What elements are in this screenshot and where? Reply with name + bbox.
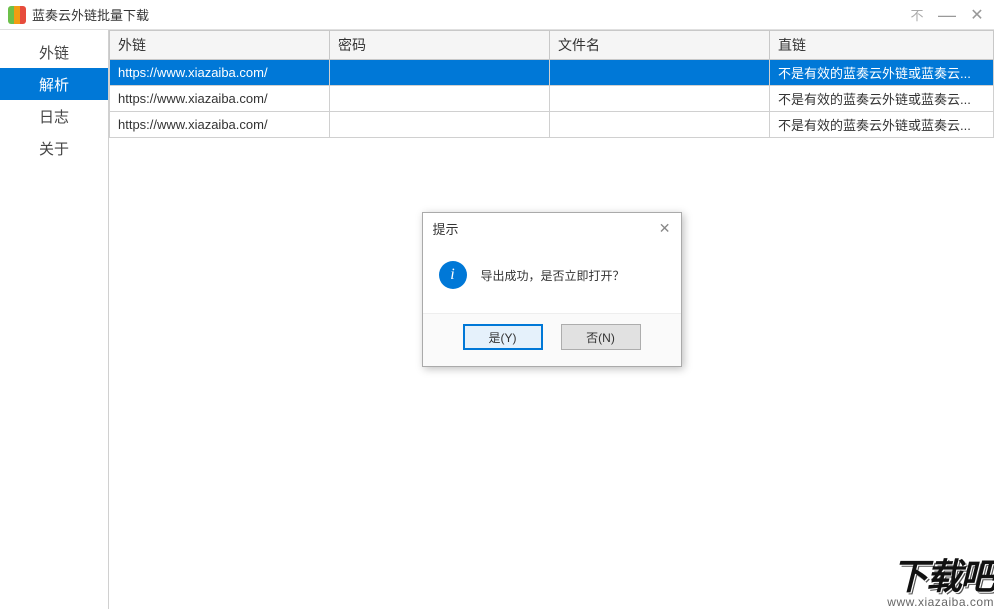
dialog-title: 提示 [433,219,459,238]
sidebar: 外链 解析 日志 关于 [0,30,108,609]
cell-direct: 不是有效的蓝奏云外链或蓝奏云... [770,60,994,86]
main-area: 外链 解析 日志 关于 外链 密码 文件名 直链 https://www.xia… [0,30,994,609]
sidebar-item-log[interactable]: 日志 [0,100,108,132]
table-row[interactable]: https://www.xiazaiba.com/ 不是有效的蓝奏云外链或蓝奏云… [110,86,994,112]
sidebar-item-label: 日志 [39,106,69,127]
cell-direct: 不是有效的蓝奏云外链或蓝奏云... [770,86,994,112]
minimize-button[interactable]: — [938,6,956,24]
dialog-titlebar: 提示 ✕ [423,213,681,243]
results-table: 外链 密码 文件名 直链 https://www.xiazaiba.com/ 不… [109,30,994,138]
sidebar-item-link[interactable]: 外链 [0,36,108,68]
cell-password [330,112,550,138]
yes-button[interactable]: 是(Y) [463,324,543,350]
pin-button[interactable] [908,6,926,24]
cell-link: https://www.xiazaiba.com/ [110,86,330,112]
dialog-body: i 导出成功，是否立即打开？ [423,243,681,313]
watermark: 下载吧 www.xiazaiba.com [887,559,994,609]
content-area: 外链 密码 文件名 直链 https://www.xiazaiba.com/ 不… [108,30,994,609]
cell-filename [550,86,770,112]
dialog-close-button[interactable]: ✕ [659,220,671,237]
info-icon: i [439,261,467,289]
cell-link: https://www.xiazaiba.com/ [110,60,330,86]
dialog-buttons: 是(Y) 否(N) [423,313,681,366]
window-controls: — ✕ [908,6,986,24]
cell-password [330,86,550,112]
sidebar-item-label: 关于 [39,138,69,159]
no-button[interactable]: 否(N) [561,324,641,350]
cell-direct: 不是有效的蓝奏云外链或蓝奏云... [770,112,994,138]
app-icon [8,6,26,24]
cell-link: https://www.xiazaiba.com/ [110,112,330,138]
dialog-message: 导出成功，是否立即打开？ [481,267,625,284]
sidebar-item-parse[interactable]: 解析 [0,68,108,100]
cell-password [330,60,550,86]
table-row[interactable]: https://www.xiazaiba.com/ 不是有效的蓝奏云外链或蓝奏云… [110,60,994,86]
col-header-link[interactable]: 外链 [110,31,330,60]
cell-filename [550,60,770,86]
table-row[interactable]: https://www.xiazaiba.com/ 不是有效的蓝奏云外链或蓝奏云… [110,112,994,138]
col-header-password[interactable]: 密码 [330,31,550,60]
close-button[interactable]: ✕ [968,6,986,24]
watermark-logo: 下载吧 [887,559,994,595]
col-header-filename[interactable]: 文件名 [550,31,770,60]
sidebar-item-about[interactable]: 关于 [0,132,108,164]
app-title: 蓝奏云外链批量下载 [32,5,908,24]
col-header-direct[interactable]: 直链 [770,31,994,60]
sidebar-item-label: 外链 [39,42,69,63]
pin-icon [910,5,923,24]
sidebar-item-label: 解析 [39,74,69,95]
watermark-url: www.xiazaiba.com [887,595,994,609]
confirm-dialog: 提示 ✕ i 导出成功，是否立即打开？ 是(Y) 否(N) [422,212,682,367]
cell-filename [550,112,770,138]
titlebar: 蓝奏云外链批量下载 — ✕ [0,0,994,30]
